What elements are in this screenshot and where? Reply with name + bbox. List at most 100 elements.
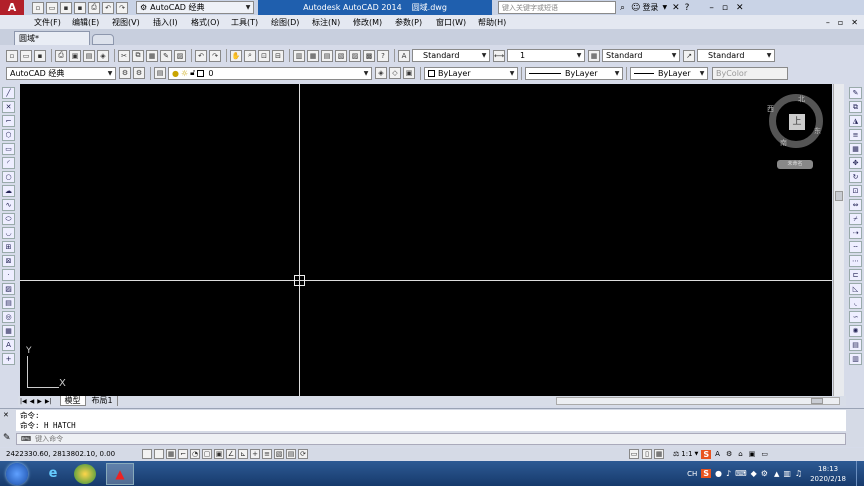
search-input[interactable]: 键入关键字或短语 (498, 1, 616, 14)
tool-palettes-icon[interactable]: ▤ (321, 49, 333, 62)
menu-item-draw[interactable]: 绘图(D) (271, 17, 312, 28)
menu-close-icon[interactable]: ✕ (851, 18, 858, 27)
rotate-icon[interactable]: ↻ (849, 171, 862, 183)
saveas-icon[interactable]: ▪ (74, 1, 86, 14)
dynamic-input-icon[interactable]: + (250, 449, 260, 459)
text-style-dropdown[interactable]: Standard ▼ (412, 49, 490, 62)
scroll-thumb[interactable] (835, 191, 843, 201)
stretch-icon[interactable]: ⇔ (849, 199, 862, 211)
table-style-icon[interactable]: ▦ (588, 49, 600, 62)
open-icon[interactable]: ▭ (20, 49, 32, 62)
redo-icon[interactable]: ↷ (209, 49, 221, 62)
array-icon[interactable]: ▦ (849, 143, 862, 155)
layer-properties-icon[interactable]: ▤ (154, 67, 166, 79)
plot-icon[interactable]: ⎙ (55, 49, 67, 62)
ellipse-icon[interactable]: ⬭ (2, 213, 15, 225)
save-icon[interactable]: ▪ (60, 1, 72, 14)
taskbar-browser-icon[interactable] (74, 463, 96, 484)
dynamic-ucs-icon[interactable]: ⊾ (238, 449, 248, 459)
horizontal-scrollbar[interactable] (556, 397, 840, 405)
viewcube-south[interactable]: 南 (780, 138, 787, 148)
polygon-icon[interactable]: ⬡ (2, 129, 15, 141)
blend-icon[interactable]: ∽ (849, 311, 862, 323)
tab-next-icon[interactable]: ▶ (37, 398, 42, 405)
doc-tab-active[interactable]: 圆域* (14, 31, 90, 45)
menu-item-insert[interactable]: 插入(I) (153, 17, 191, 28)
tray-mic-icon[interactable]: ♪ (726, 469, 731, 478)
text-style-icon[interactable]: A (398, 49, 410, 62)
start-button[interactable] (6, 462, 28, 485)
menu-item-dimension[interactable]: 标注(N) (312, 17, 353, 28)
draworder-icon[interactable]: ▤ (849, 339, 862, 351)
wcs-menu[interactable]: 未命名 (777, 160, 813, 169)
lineweight-dropdown[interactable]: ByLayer ▼ (630, 66, 708, 80)
viewcube-face-top[interactable]: 上 (789, 114, 805, 130)
annotation-visibility-icon[interactable]: A (715, 450, 720, 458)
taskbar-ie-icon[interactable]: e (42, 464, 64, 484)
arc-icon[interactable]: ◜ (2, 157, 15, 169)
ellipse-arc-icon[interactable]: ◡ (2, 227, 15, 239)
3d-print-icon[interactable]: ◈ (97, 49, 109, 62)
search-icon[interactable]: ⌕ (620, 3, 625, 13)
user-icon[interactable]: ☺ (631, 3, 640, 13)
quick-properties-icon[interactable]: ▤ (286, 449, 296, 459)
object-snap-tracking-icon[interactable]: ∠ (226, 449, 236, 459)
workspace-toolbar-dropdown[interactable]: AutoCAD 经典 ▼ (6, 66, 116, 80)
revcloud-icon[interactable]: ☁ (2, 185, 15, 197)
menu-item-modify[interactable]: 修改(M) (353, 17, 395, 28)
annotation-scale-icon[interactable]: ⚖ (673, 450, 679, 458)
paste-icon[interactable]: ▦ (146, 49, 158, 62)
workspace-dropdown[interactable]: ⚙ AutoCAD 经典 ▼ (136, 1, 254, 14)
minimize-icon[interactable]: – (709, 3, 714, 13)
menu-restore-icon[interactable]: ▫ (838, 18, 843, 27)
drawing-canvas[interactable]: Y X 上 北 西 东 南 未命名 (20, 84, 832, 396)
trim-icon[interactable]: ⌿ (849, 213, 862, 225)
copy-icon[interactable]: ⧉ (132, 49, 144, 62)
tray-clock[interactable]: 18:13 2020/2/18 (810, 464, 846, 484)
workspace-settings-icon[interactable]: ⚙ (119, 67, 131, 79)
undo-icon[interactable]: ↶ (195, 49, 207, 62)
join-icon[interactable]: ⊏ (849, 269, 862, 281)
coordinate-readout[interactable]: 2422330.60, 2813802.10, 0.00 (6, 450, 141, 458)
table-style-dropdown[interactable]: Standard ▼ (602, 49, 680, 62)
menu-item-file[interactable]: 文件(F) (34, 17, 72, 28)
plot-style-dropdown[interactable]: ByColor (712, 66, 788, 80)
undo-icon[interactable]: ↶ (102, 1, 114, 14)
ortho-mode-icon[interactable]: ⌐ (178, 449, 188, 459)
clean-screen-icon[interactable]: ▭ (761, 450, 768, 458)
match-properties-icon[interactable]: ✎ (160, 49, 172, 62)
grid-display-icon[interactable]: ▦ (166, 449, 176, 459)
polyline-icon[interactable]: ⌐ (2, 115, 15, 127)
quickcalc-icon[interactable]: ▩ (363, 49, 375, 62)
pan-icon[interactable]: ✋ (230, 49, 242, 62)
vertical-scrollbar[interactable] (833, 84, 844, 396)
tab-layout1[interactable]: 布局1 (88, 396, 118, 406)
hardware-accel-icon[interactable]: ▣ (749, 450, 756, 458)
zoom-window-icon[interactable]: ⊡ (258, 49, 270, 62)
fillet-icon[interactable]: ◟ (849, 297, 862, 309)
redo-icon[interactable]: ↷ (116, 1, 128, 14)
lineweight-toggle-icon[interactable]: ≡ (262, 449, 272, 459)
3d-osnap-icon[interactable]: ▣ (214, 449, 224, 459)
selection-cycling-icon[interactable]: ⟳ (298, 449, 308, 459)
tray-volume-icon[interactable]: ♫ (795, 469, 802, 478)
add-selected-icon[interactable]: + (2, 353, 15, 365)
tray-sogou-icon[interactable]: S (701, 469, 711, 478)
menu-minimize-icon[interactable]: – (826, 18, 830, 27)
annotation-scale-value[interactable]: 1:1 (681, 450, 692, 458)
tab-first-icon[interactable]: |◀ (20, 398, 27, 405)
infer-constraints-icon[interactable] (142, 449, 152, 459)
close-icon[interactable]: ✕ (736, 3, 744, 13)
layer-state-icon[interactable]: ▣ (403, 67, 415, 79)
help-icon[interactable]: ? (377, 49, 389, 62)
erase-icon[interactable]: ✎ (849, 87, 862, 99)
chamfer-icon[interactable]: ◺ (849, 283, 862, 295)
help-icon[interactable]: ? (685, 3, 690, 13)
menu-item-edit[interactable]: 编辑(E) (72, 17, 112, 28)
model-space-icon[interactable]: ▭ (629, 449, 639, 459)
menu-item-help[interactable]: 帮助(H) (478, 17, 518, 28)
new-tab-button[interactable] (92, 34, 114, 45)
modify-extra-icon[interactable]: ▥ (849, 353, 862, 365)
dim-style-dropdown[interactable]: 1 ▼ (507, 49, 585, 62)
extend-icon[interactable]: ⇢ (849, 227, 862, 239)
